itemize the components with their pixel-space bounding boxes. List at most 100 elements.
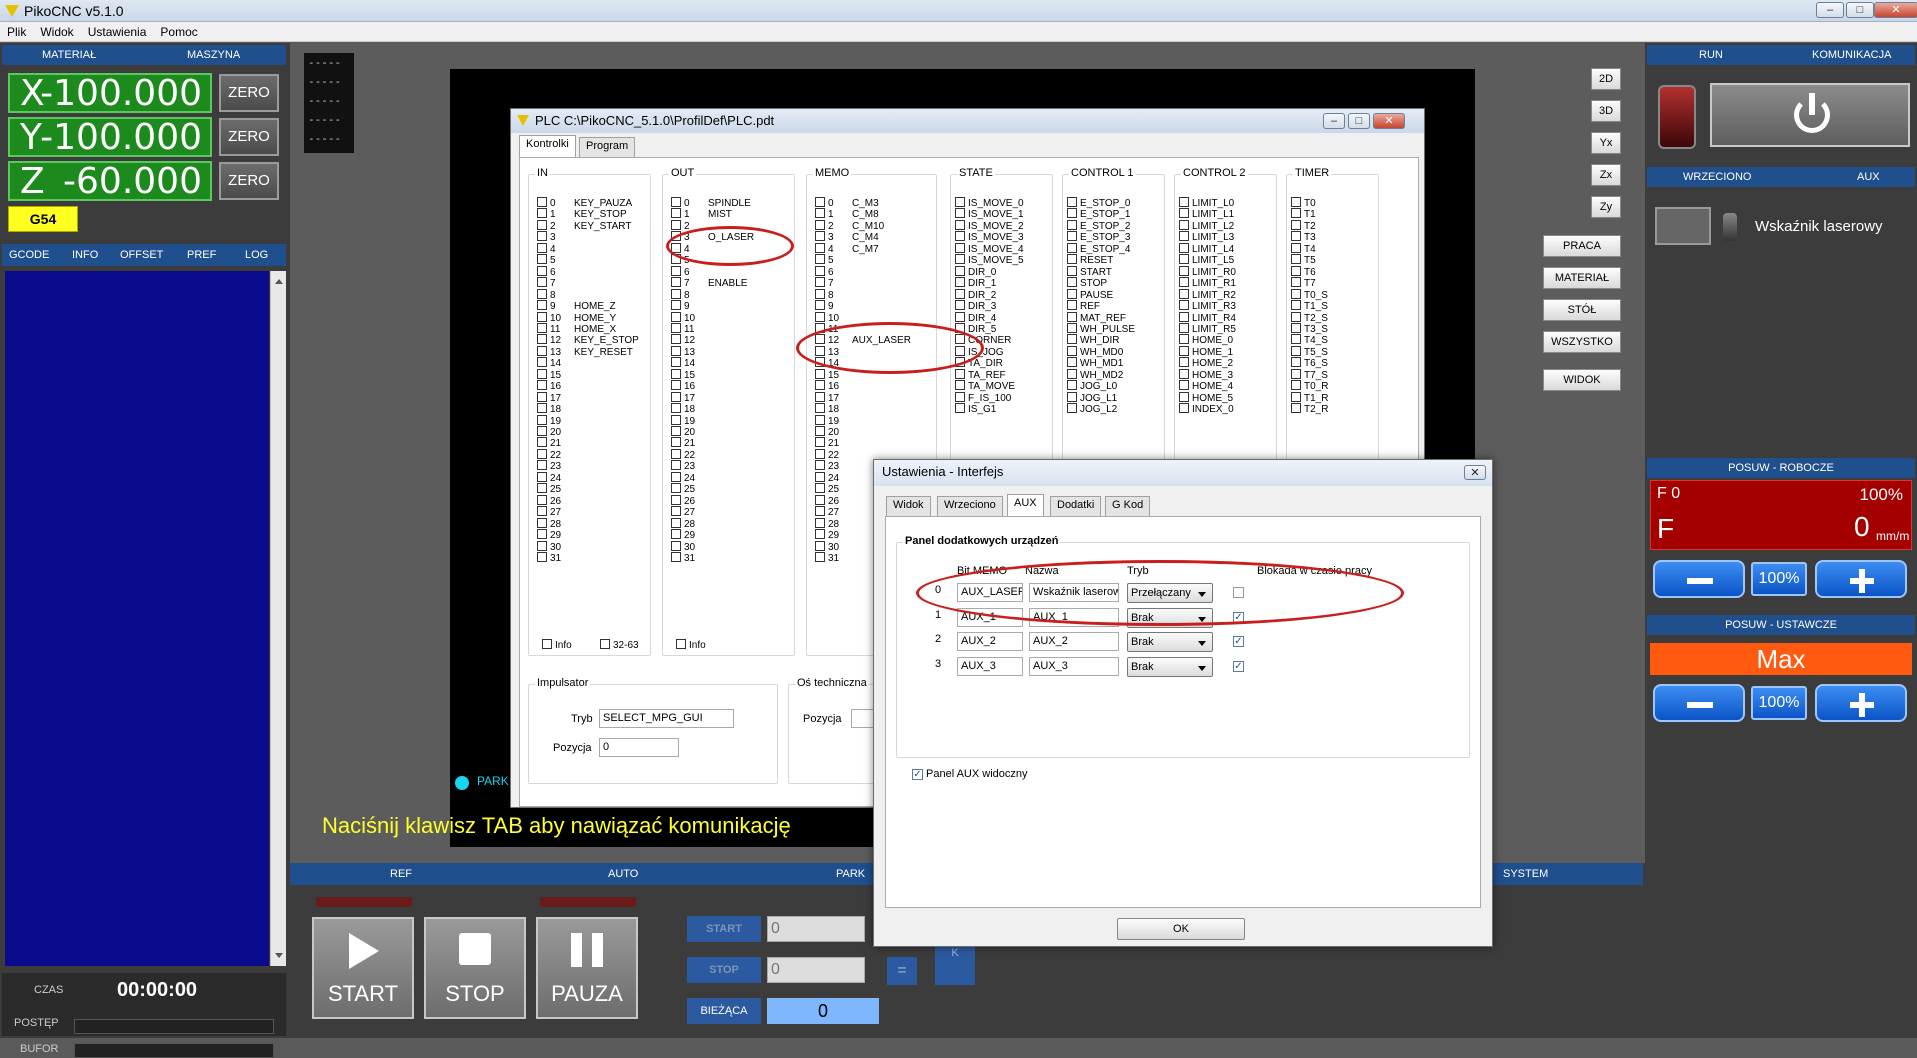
- state-bit[interactable]: IS_G1: [955, 403, 996, 415]
- out-bit[interactable]: 21: [671, 437, 708, 449]
- out-bit[interactable]: 28: [671, 517, 708, 530]
- memo-bit[interactable]: 6: [815, 265, 852, 278]
- memo-bit[interactable]: 31: [815, 551, 852, 564]
- out-bit[interactable]: 10: [671, 311, 708, 324]
- in-bit[interactable]: 6: [537, 265, 574, 278]
- aux-mode-select[interactable]: Brak: [1127, 656, 1213, 677]
- memo-bit[interactable]: 5: [815, 254, 852, 266]
- control1-bit[interactable]: JOG_L1: [1067, 391, 1117, 404]
- in-bit[interactable]: 16: [537, 380, 574, 392]
- state-bit[interactable]: IS_MOVE_0: [955, 197, 1024, 209]
- menu-plik[interactable]: Plik: [0, 22, 33, 42]
- out-bit[interactable]: 27: [671, 506, 708, 518]
- control1-bit[interactable]: STOP: [1067, 277, 1107, 289]
- pozycja-input[interactable]: 0: [599, 738, 679, 757]
- zero-y-button[interactable]: ZERO: [219, 118, 279, 156]
- scroll-up-icon[interactable]: [275, 275, 283, 284]
- memo-bit[interactable]: 19: [815, 414, 852, 427]
- out-bit[interactable]: 9: [671, 300, 708, 312]
- memo-bit[interactable]: 7: [815, 277, 852, 289]
- spindle-button[interactable]: [1655, 207, 1711, 245]
- state-bit[interactable]: DIR_0: [955, 265, 996, 278]
- aux-bit-input[interactable]: AUX_2: [957, 632, 1023, 651]
- park-tab-label[interactable]: PARK: [836, 864, 865, 884]
- out-bit[interactable]: 17: [671, 391, 708, 404]
- timer-bit[interactable]: T4: [1291, 242, 1316, 255]
- maximize-button[interactable]: □: [1846, 2, 1874, 18]
- in-bit[interactable]: 0 KEY_PAUZA: [537, 197, 632, 209]
- in-bit[interactable]: 27: [537, 506, 574, 518]
- timer-bit[interactable]: T0_R: [1291, 380, 1328, 392]
- control2-bit[interactable]: HOME_1: [1179, 345, 1233, 358]
- timer-bit[interactable]: T2: [1291, 219, 1316, 232]
- control2-bit[interactable]: LIMIT_L4: [1179, 242, 1234, 255]
- memo-bit[interactable]: 16: [815, 380, 852, 392]
- in-bit[interactable]: 2 KEY_START: [537, 219, 631, 232]
- timer-bit[interactable]: T4_S: [1291, 334, 1328, 346]
- control1-bit[interactable]: START: [1067, 265, 1112, 278]
- out-bit[interactable]: 8: [671, 288, 708, 301]
- wcs-badge[interactable]: G54: [8, 206, 78, 232]
- tab-program[interactable]: Program: [579, 137, 636, 157]
- in-bit[interactable]: 13 KEY_RESET: [537, 345, 633, 358]
- aux-lock-checkbox[interactable]: ✓: [1233, 636, 1244, 647]
- out-bit[interactable]: 13: [671, 345, 708, 358]
- aux-name-input[interactable]: AUX_3: [1029, 656, 1119, 676]
- control2-bit[interactable]: LIMIT_R5: [1179, 322, 1236, 335]
- state-bit[interactable]: IS_MOVE_1: [955, 208, 1024, 220]
- timer-bit[interactable]: T1_R: [1291, 391, 1328, 404]
- control2-bit[interactable]: HOME_4: [1179, 380, 1233, 392]
- control1-bit[interactable]: JOG_L0: [1067, 380, 1117, 392]
- control2-bit[interactable]: LIMIT_L3: [1179, 231, 1234, 243]
- in-bit[interactable]: 1 KEY_STOP: [537, 208, 627, 220]
- memo-bit[interactable]: 26: [815, 494, 852, 507]
- out-bit[interactable]: 20: [671, 426, 708, 438]
- widok-button[interactable]: WIDOK: [1543, 369, 1621, 391]
- memo-bit[interactable]: 28: [815, 517, 852, 530]
- timer-bit[interactable]: T2_S: [1291, 311, 1328, 324]
- out-bit[interactable]: 25: [671, 483, 708, 495]
- view-zy-button[interactable]: Zy: [1591, 196, 1621, 218]
- control1-bit[interactable]: MAT_REF: [1067, 311, 1126, 324]
- menu-widok[interactable]: Widok: [33, 22, 80, 42]
- timer-bit[interactable]: T1_S: [1291, 300, 1328, 312]
- out-bit[interactable]: 16: [671, 380, 708, 392]
- memo-bit[interactable]: 0 C_M3: [815, 197, 879, 209]
- tab-widok[interactable]: Widok: [886, 496, 931, 516]
- zero-x-button[interactable]: ZERO: [219, 74, 279, 112]
- control1-bit[interactable]: WH_MD0: [1067, 345, 1123, 358]
- in-bit[interactable]: 14: [537, 357, 574, 369]
- in-bit[interactable]: 26: [537, 494, 574, 507]
- timer-bit[interactable]: T1: [1291, 208, 1316, 220]
- plc-maximize-button[interactable]: □: [1348, 113, 1370, 129]
- k-button[interactable]: K: [935, 947, 975, 985]
- feed-minus-button[interactable]: [1653, 560, 1745, 598]
- control2-bit[interactable]: LIMIT_R1: [1179, 277, 1236, 289]
- timer-bit[interactable]: T0_S: [1291, 288, 1328, 301]
- control2-bit[interactable]: LIMIT_L2: [1179, 219, 1234, 232]
- plc-close-button[interactable]: ✕: [1373, 113, 1405, 129]
- in-bit[interactable]: 10 HOME_Y: [537, 311, 616, 324]
- control1-bit[interactable]: WH_MD2: [1067, 368, 1123, 381]
- in-bit[interactable]: 22: [537, 448, 574, 461]
- timer-bit[interactable]: T7: [1291, 277, 1316, 289]
- view-2d-button[interactable]: 2D: [1591, 68, 1621, 90]
- control1-bit[interactable]: REF: [1067, 300, 1100, 312]
- out-bit[interactable]: 23: [671, 460, 708, 472]
- control1-bit[interactable]: JOG_L2: [1067, 403, 1117, 415]
- material-label[interactable]: MATERIAŁ: [42, 45, 96, 65]
- timer-bit[interactable]: T0: [1291, 197, 1316, 209]
- memo-bit[interactable]: 10: [815, 311, 852, 324]
- aux-mode-select[interactable]: Brak: [1127, 632, 1213, 652]
- out-bit[interactable]: 0 SPINDLE: [671, 197, 751, 209]
- in-bit[interactable]: 28: [537, 517, 574, 530]
- out-bit[interactable]: 19: [671, 414, 708, 427]
- in-bit[interactable]: 9 HOME_Z: [537, 300, 616, 312]
- control1-bit[interactable]: WH_DIR: [1067, 334, 1119, 346]
- in-bit[interactable]: 19: [537, 414, 574, 427]
- in-bit[interactable]: 29: [537, 529, 574, 541]
- state-bit[interactable]: IS_MOVE_2: [955, 219, 1024, 232]
- tab-kontrolki[interactable]: Kontrolki: [519, 135, 576, 157]
- ref-label[interactable]: REF: [390, 864, 412, 884]
- rapid-minus-button[interactable]: [1653, 684, 1745, 722]
